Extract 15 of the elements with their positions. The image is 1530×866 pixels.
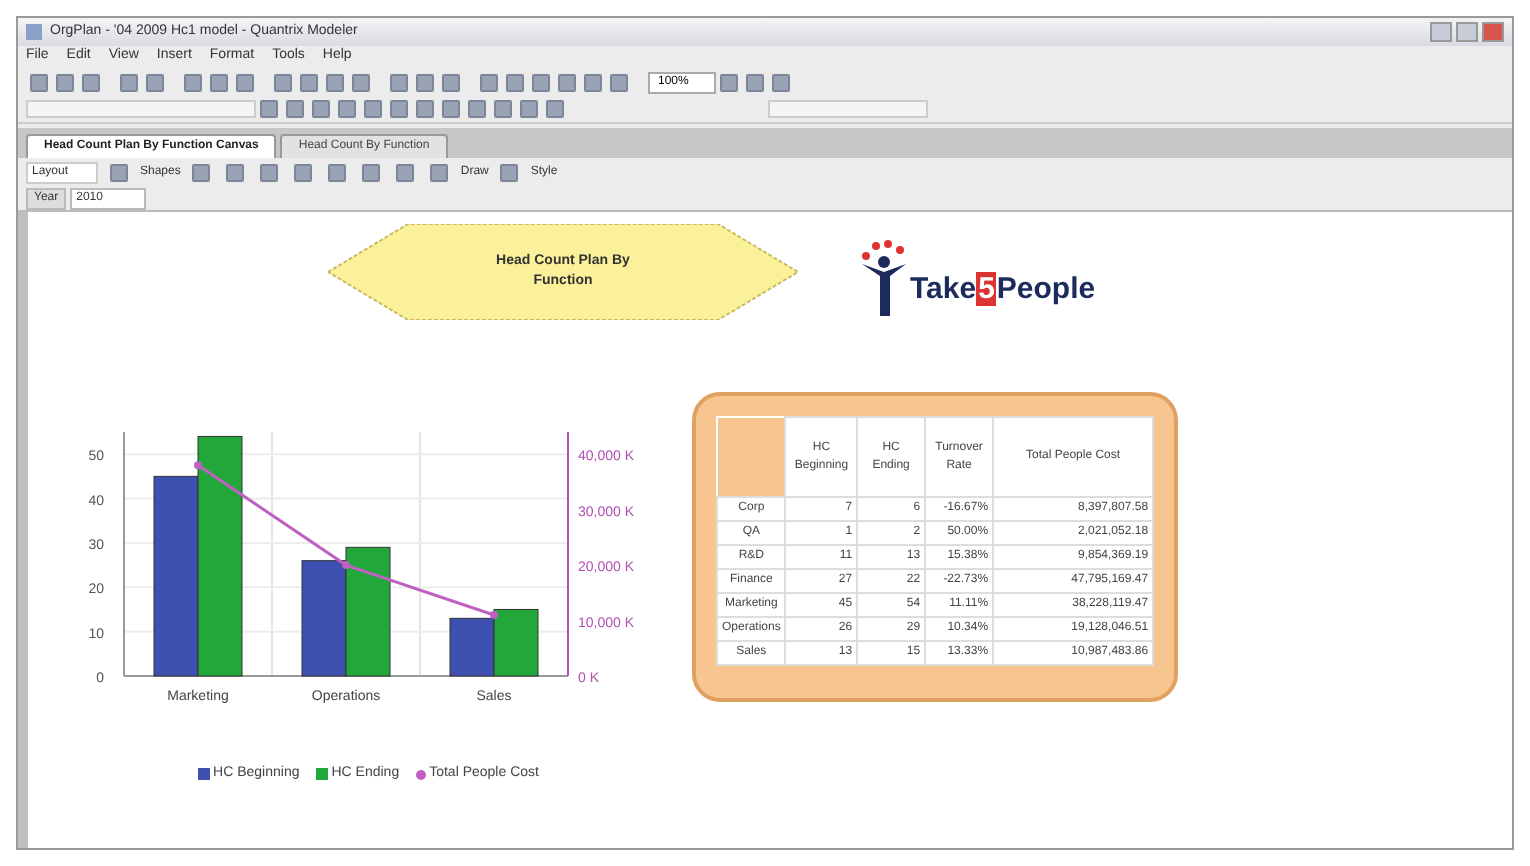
color-dropdown[interactable] (768, 100, 928, 118)
tool-icon[interactable] (110, 163, 128, 181)
maximize-button[interactable] (1456, 22, 1478, 42)
bar (301, 560, 347, 677)
point (342, 561, 350, 570)
bar (449, 617, 495, 677)
person-logo-icon (858, 240, 910, 316)
point (194, 461, 202, 470)
minimize-button[interactable] (1430, 22, 1452, 42)
bar (493, 608, 539, 677)
tool-icon[interactable] (500, 163, 519, 181)
logo-text: Take5People (910, 269, 1096, 309)
app-icon (26, 24, 42, 40)
bar (345, 546, 391, 677)
point (490, 611, 498, 619)
